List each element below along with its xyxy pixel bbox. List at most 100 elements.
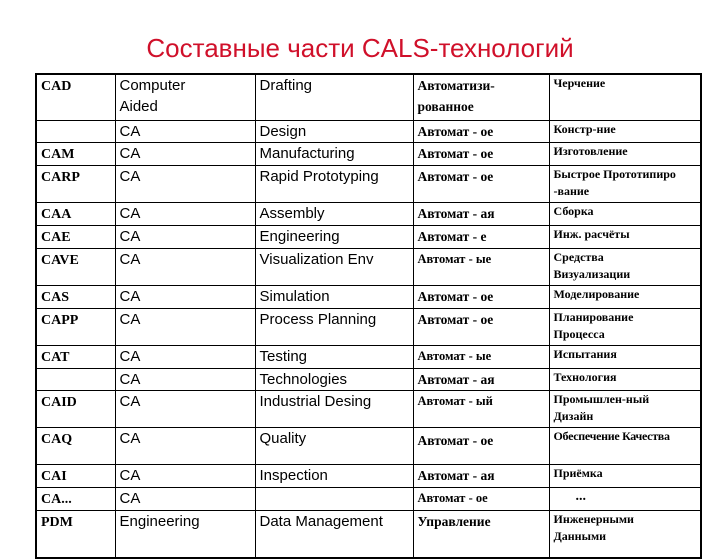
ru-noun-cell: Черчение — [548, 73, 702, 120]
ru-adj-cell: Автомат - ое — [412, 284, 550, 308]
term-cell: Technologies — [254, 367, 414, 390]
table-row: CAQ CA Quality Автомат - ое Обеспечение … — [35, 426, 702, 464]
abbr-cell: CA... — [35, 486, 116, 510]
prefix-cell: CA — [114, 426, 256, 464]
ru-noun-line: Дизайн — [553, 408, 594, 423]
table-row: CAS CA Simulation Автомат - ое Моделиров… — [35, 284, 702, 308]
table-row: CAT CA Testing Автомат - ые Испытания — [35, 344, 702, 368]
table-row: CAM CA Manufacturing Автомат - ое Изгото… — [35, 141, 702, 165]
abbr-cell: CAE — [35, 224, 116, 248]
term-cell: Rapid Prototyping — [254, 164, 414, 202]
ru-adj-line: рованное — [417, 99, 474, 114]
ru-adj-cell: Автомат - е — [412, 224, 550, 248]
prefix-cell: CA — [114, 389, 256, 427]
ru-noun-cell: Констр-ние — [548, 119, 702, 142]
abbr-cell: CAT — [35, 344, 116, 368]
abbr-cell: CAM — [35, 141, 116, 165]
ru-noun-cell: Технология — [548, 367, 702, 390]
ru-noun-cell: Промышлен-ный Дизайн — [548, 389, 702, 427]
ru-adj-cell: Автомат - ая — [412, 367, 550, 390]
ru-noun-line: Испытания — [553, 346, 617, 361]
table-row: CA Technologies Автомат - ая Технология — [35, 367, 702, 390]
ru-noun-cell: ... — [548, 486, 702, 510]
table-row: CAD Computer Aided Drafting Автоматизи-ро… — [35, 73, 702, 120]
ru-noun-cell: Моделирование — [548, 284, 702, 308]
ru-noun-cell: Инж. расчёты — [548, 224, 702, 248]
prefix-cell: Engineering — [114, 509, 256, 558]
ru-noun-line: Изготовление — [553, 143, 628, 158]
abbr-cell — [35, 367, 116, 390]
ru-noun-line: Сборка — [553, 203, 594, 218]
ru-noun-line: Приёмка — [553, 465, 603, 480]
table-row: CA... CA Автомат - ое ... — [35, 486, 702, 510]
ru-adj-cell: Автомат - ое — [412, 426, 550, 464]
ru-noun-cell: Испытания — [548, 344, 702, 368]
abbr-cell: CAID — [35, 389, 116, 427]
prefix-cell: CA — [114, 247, 256, 285]
prefix-line: Aided — [119, 98, 158, 115]
slide-title: Составные части CALS-технологий — [146, 33, 574, 63]
ru-noun-line: Констр-ние — [553, 121, 616, 136]
abbr-cell: CARP — [35, 164, 116, 202]
prefix-cell: CA — [114, 141, 256, 165]
ru-noun-line: -вание — [553, 183, 590, 198]
abbr-cell: CAVE — [35, 247, 116, 285]
prefix-cell: CA — [114, 486, 256, 510]
table-row: PDM Engineering Data Management Управлен… — [35, 509, 702, 558]
ru-adj-cell: Управление — [412, 509, 550, 558]
term-cell: Simulation — [254, 284, 414, 308]
ru-noun-line: Планирование — [553, 309, 634, 324]
abbr-cell: CAI — [35, 463, 116, 487]
ru-adj-cell: Автомат - ое — [412, 119, 550, 142]
term-cell: Manufacturing — [254, 141, 414, 165]
term-cell — [254, 486, 414, 510]
abbr-cell: PDM — [35, 509, 116, 558]
abbr-cell: CAS — [35, 284, 116, 308]
ru-noun-cell: Обеспечение Качества — [548, 426, 702, 464]
term-cell: Drafting — [254, 73, 414, 120]
ru-noun-cell: Изготовление — [548, 141, 702, 165]
ru-adj-cell: Автомат - ое — [412, 141, 550, 165]
ru-adj-cell: Автомат - ые — [412, 247, 550, 285]
table-row: CAI CA Inspection Автомат - ая Приёмка — [35, 463, 702, 487]
table-row: CA Design Автомат - ое Констр-ние — [35, 119, 702, 142]
term-cell: Design — [254, 119, 414, 142]
ru-noun-line: Инженерными — [553, 511, 634, 526]
prefix-cell: CA — [114, 463, 256, 487]
prefix-cell: CA — [114, 201, 256, 225]
ru-noun-line: Промышлен-ный — [553, 391, 650, 406]
ellipsis: ... — [575, 488, 587, 504]
abbr-cell: CAPP — [35, 307, 116, 345]
ru-noun-cell: Приёмка — [548, 463, 702, 487]
abbr-cell: CAD — [35, 73, 116, 120]
term-cell: Testing — [254, 344, 414, 368]
ru-adj-cell: Автомат - ое — [412, 164, 550, 202]
abbr-cell: CAQ — [35, 426, 116, 464]
ru-adj-cell: Автомат - ые — [412, 344, 550, 368]
ru-adj-cell: Автомат - ая — [412, 201, 550, 225]
ru-noun-line: Обеспечение Качества — [553, 428, 670, 443]
term-cell: Engineering — [254, 224, 414, 248]
cals-table: CAD Computer Aided Drafting Автоматизи-ро… — [35, 73, 702, 559]
ru-adj-cell: Автомат - ое — [412, 486, 550, 510]
ru-noun-cell: Инженерными Данными — [548, 509, 702, 558]
prefix-line: Computer — [119, 77, 186, 94]
term-cell: Visualization Env — [254, 247, 414, 285]
table-row: CAVE CA Visualization Env Автомат - ые С… — [35, 247, 702, 285]
ru-adj-cell: Автомат - ая — [412, 463, 550, 487]
ru-noun-line: Инж. расчёты — [553, 226, 630, 241]
abbr-cell: CAA — [35, 201, 116, 225]
table-row: CAA CA Assembly Автомат - ая Сборка — [35, 201, 702, 225]
prefix-cell: CA — [114, 284, 256, 308]
prefix-cell: CA — [114, 119, 256, 142]
prefix-cell: CA — [114, 307, 256, 345]
term-cell: Industrial Desing — [254, 389, 414, 427]
prefix-cell: Computer Aided — [114, 73, 256, 120]
term-cell: Quality — [254, 426, 414, 464]
table-row: CARP CA Rapid Prototyping Автомат - ое Б… — [35, 164, 702, 202]
prefix-cell: CA — [114, 224, 256, 248]
ru-noun-line: Визуализации — [553, 266, 631, 281]
ru-noun-line: Процесса — [553, 326, 605, 341]
term-cell: Inspection — [254, 463, 414, 487]
prefix-cell: CA — [114, 344, 256, 368]
